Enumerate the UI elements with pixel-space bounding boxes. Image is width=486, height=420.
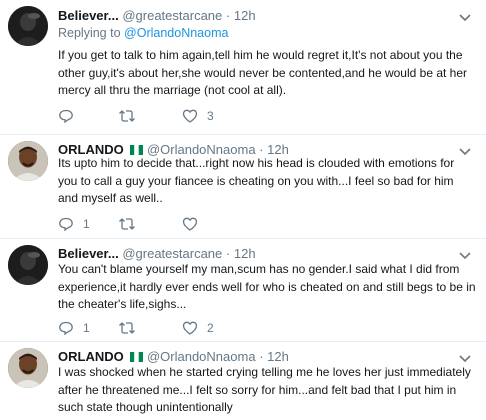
display-name[interactable]: Believer... bbox=[58, 246, 119, 261]
chevron-down-icon[interactable] bbox=[458, 248, 472, 262]
tweet-actions: 1 2 bbox=[58, 319, 358, 337]
tweet-4[interactable]: ORLANDO @OrlandoNnaoma · 12h I was shock… bbox=[0, 342, 486, 420]
avatar[interactable] bbox=[8, 245, 48, 285]
replying-to: Replying to @OrlandoNnaoma bbox=[58, 26, 228, 40]
reply-button[interactable]: 1 bbox=[58, 215, 90, 233]
avatar[interactable] bbox=[8, 348, 48, 388]
dark-shadow-avatar-icon bbox=[8, 245, 48, 285]
retweet-icon bbox=[119, 218, 135, 230]
reply-count: 1 bbox=[83, 321, 90, 335]
like-count: 2 bbox=[207, 321, 214, 335]
separator-dot: · bbox=[225, 8, 231, 23]
reply-icon bbox=[59, 109, 73, 124]
nigeria-flag-icon bbox=[130, 145, 144, 155]
tweet-header: ORLANDO @OrlandoNnaoma · 12h bbox=[58, 349, 289, 365]
replying-handle-link[interactable]: @OrlandoNnaoma bbox=[124, 26, 228, 40]
portrait-avatar-icon bbox=[8, 348, 48, 388]
tweet-header: Believer... @greatestarcane · 12h bbox=[58, 246, 256, 262]
tweet-text: If you get to talk to him again,tell him… bbox=[58, 48, 468, 97]
tweet-text: Its upto him to decide that...right now … bbox=[58, 156, 455, 205]
like-button[interactable]: 2 bbox=[182, 319, 214, 337]
tweet-text: I was shocked when he started crying tel… bbox=[58, 365, 471, 414]
heart-icon bbox=[182, 109, 198, 123]
replying-prefix: Replying to bbox=[58, 26, 121, 40]
display-name[interactable]: Believer... bbox=[58, 8, 119, 23]
tweet-text: You can't blame yourself my man,scum has… bbox=[58, 262, 476, 311]
retweet-button[interactable] bbox=[118, 215, 145, 233]
heart-icon bbox=[182, 321, 198, 335]
tweet-header: Believer... @greatestarcane · 12h bbox=[58, 8, 256, 24]
timestamp[interactable]: 12h bbox=[267, 349, 289, 364]
retweet-button[interactable] bbox=[118, 107, 145, 125]
reply-button[interactable]: 1 bbox=[58, 319, 90, 337]
tweet-actions: 1 bbox=[58, 215, 358, 233]
handle[interactable]: @greatestarcane bbox=[122, 246, 222, 261]
nigeria-flag-icon bbox=[130, 352, 144, 362]
chevron-down-icon[interactable] bbox=[458, 351, 472, 365]
retweet-icon bbox=[119, 322, 135, 334]
tweet-actions: 3 bbox=[58, 107, 358, 125]
like-button[interactable]: 3 bbox=[182, 107, 214, 125]
dark-shadow-avatar-icon bbox=[8, 6, 48, 46]
handle[interactable]: @greatestarcane bbox=[122, 8, 222, 23]
portrait-avatar-icon bbox=[8, 141, 48, 181]
like-count: 3 bbox=[207, 109, 214, 123]
tweet-2[interactable]: ORLANDO @OrlandoNnaoma · 12h Its upto hi… bbox=[0, 135, 486, 239]
separator-dot: · bbox=[259, 349, 264, 364]
reply-count: 1 bbox=[83, 217, 90, 231]
separator-dot: · bbox=[225, 246, 231, 261]
tweet-3[interactable]: Believer... @greatestarcane · 12h You ca… bbox=[0, 239, 486, 342]
heart-icon bbox=[182, 217, 198, 231]
chevron-down-icon[interactable] bbox=[458, 10, 472, 24]
like-button[interactable] bbox=[182, 215, 207, 233]
avatar[interactable] bbox=[8, 6, 48, 46]
reply-icon bbox=[59, 217, 73, 232]
handle[interactable]: @OrlandoNnaoma bbox=[147, 349, 256, 364]
reply-button[interactable] bbox=[58, 107, 83, 125]
retweet-button[interactable] bbox=[118, 319, 145, 337]
avatar[interactable] bbox=[8, 141, 48, 181]
display-name[interactable]: ORLANDO bbox=[58, 349, 124, 364]
tweet-1[interactable]: Believer... @greatestarcane · 12h Replyi… bbox=[0, 0, 486, 135]
reply-icon bbox=[59, 321, 73, 336]
timestamp[interactable]: 12h bbox=[234, 8, 256, 23]
retweet-icon bbox=[119, 110, 135, 122]
timestamp[interactable]: 12h bbox=[234, 246, 256, 261]
